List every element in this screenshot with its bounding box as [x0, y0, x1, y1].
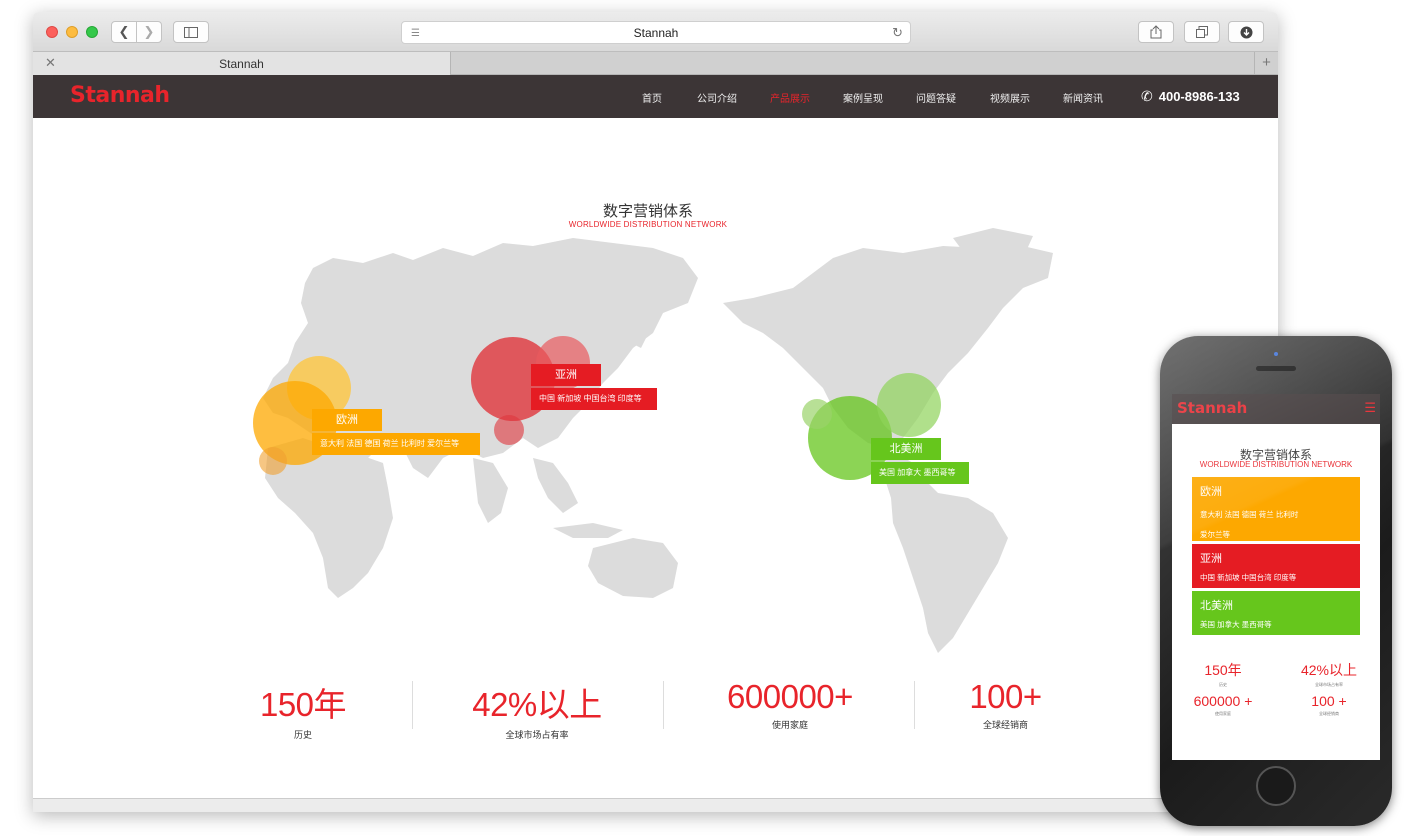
mobile-card-asia[interactable]: 亚洲 中国 新加坡 中国台湾 印度等	[1192, 544, 1360, 588]
stat-market-share: 42%以上 全球市场占有率	[437, 678, 637, 741]
tabs-overview-icon	[1196, 26, 1208, 38]
mobile-header: Stannah ☰	[1172, 394, 1380, 424]
nav-news[interactable]: 新闻资讯	[1063, 90, 1103, 105]
mobile-card-title: 欧洲	[1200, 486, 1222, 498]
stat-dealers-value: 100+	[969, 678, 1042, 715]
home-button[interactable]	[1256, 766, 1296, 806]
mobile-card-countries: 中国 新加坡 中国台湾 印度等	[1200, 573, 1297, 582]
share-button[interactable]	[1138, 21, 1174, 43]
hotline-number: 400-8986-133	[1158, 89, 1240, 104]
mobile-card-countries: 美国 加拿大 墨西哥等	[1200, 620, 1272, 629]
nav-faq[interactable]: 问题答疑	[916, 90, 956, 105]
chevron-left-icon: ❮	[118, 24, 130, 39]
mobile-card-namerica[interactable]: 北美洲 美国 加拿大 墨西哥等	[1192, 591, 1360, 635]
stat-families: 600000+ 使用家庭	[690, 678, 890, 731]
mobile-stat-value: 600000 +	[1193, 693, 1253, 709]
phone-mockup: Stannah ☰ 数字营销体系 WORLDWIDE DISTRIBUTION …	[1160, 336, 1392, 826]
stat-dealers: 100+ 全球经销商	[933, 678, 1078, 731]
site-logo[interactable]: Stannah	[70, 83, 170, 108]
mobile-stat-families: 600000 + 使用家庭	[1178, 693, 1268, 717]
region-namerica-title[interactable]: 北美洲	[871, 438, 941, 460]
mobile-logo[interactable]: Stannah	[1177, 399, 1247, 417]
nav-videos[interactable]: 视频展示	[990, 90, 1030, 105]
stat-market-share-value: 42%以上	[472, 686, 602, 723]
stat-market-share-label: 全球市场占有率	[505, 730, 569, 740]
stat-history: 150年 历史	[213, 678, 393, 741]
mobile-stat-market-share: 42%以上 全球市场占有率	[1284, 660, 1374, 688]
browser-bottom-bar	[33, 798, 1278, 812]
region-asia-countries: 中国 新加坡 中国台湾 印度等	[531, 388, 657, 410]
region-asia-title[interactable]: 亚洲	[531, 364, 601, 386]
tab-title: Stannah	[219, 57, 264, 71]
stat-divider	[412, 681, 413, 729]
new-tab-button[interactable]: +	[1254, 52, 1278, 75]
mobile-stat-value: 42%以上	[1300, 662, 1358, 678]
browser-window: ❮ ❯ ☰ Stannah ↻ ✕ Stannah + Stannah 首页 公…	[33, 12, 1278, 812]
nav-cases[interactable]: 案例呈现	[843, 90, 883, 105]
mobile-card-countries: 爱尔兰等	[1200, 530, 1230, 539]
tabs-overview-button[interactable]	[1184, 21, 1220, 43]
stat-history-label: 历史	[293, 730, 312, 740]
mobile-section-subtitle: WORLDWIDE DISTRIBUTION NETWORK	[1199, 460, 1353, 469]
chevron-right-icon: ❯	[143, 24, 155, 39]
mobile-card-countries: 意大利 法国 德国 荷兰 比利时	[1200, 510, 1299, 519]
browser-toolbar: ❮ ❯ ☰ Stannah ↻	[33, 12, 1278, 52]
back-button[interactable]: ❮	[111, 21, 137, 43]
mobile-card-title: 亚洲	[1200, 553, 1222, 565]
window-close-button[interactable]	[46, 26, 58, 38]
address-text: Stannah	[633, 26, 679, 40]
stat-families-value: 600000+	[727, 678, 853, 715]
nav-home[interactable]: 首页	[642, 90, 662, 105]
tab-bar: ✕ Stannah +	[33, 52, 1278, 75]
mobile-card-title: 北美洲	[1200, 600, 1233, 612]
reload-icon[interactable]: ↻	[892, 25, 903, 41]
phone-screen: Stannah ☰ 数字营销体系 WORLDWIDE DISTRIBUTION …	[1172, 394, 1380, 760]
forward-button[interactable]: ❯	[136, 21, 162, 43]
mobile-stat-label: 使用家庭	[1215, 711, 1231, 716]
tab-stannah[interactable]: ✕ Stannah	[33, 52, 451, 75]
download-icon	[1240, 26, 1252, 39]
site-header: Stannah 首页 公司介绍 产品展示 案例呈现 问题答疑 视频展示 新闻资讯…	[33, 75, 1278, 118]
stat-families-label: 使用家庭	[771, 720, 808, 730]
hotline[interactable]: ✆ 400-8986-133	[1141, 88, 1240, 105]
camera-icon	[1274, 352, 1278, 356]
phone-icon: ✆	[1141, 88, 1153, 104]
share-icon	[1150, 25, 1162, 39]
mobile-stat-history: 150年 历史	[1178, 660, 1268, 688]
region-europe-countries: 意大利 法国 德国 荷兰 比利时 爱尔兰等	[312, 433, 480, 455]
window-minimize-button[interactable]	[66, 26, 78, 38]
nav-about[interactable]: 公司介绍	[697, 90, 737, 105]
mobile-stat-label: 全球市场占有率	[1315, 682, 1343, 687]
page-content: 数字营销体系 WORLDWIDE DISTRIBUTION NETWORK 欧洲…	[33, 118, 1278, 812]
stat-dealers-label: 全球经销商	[982, 720, 1028, 730]
mobile-card-europe[interactable]: 欧洲 意大利 法国 德国 荷兰 比利时 爱尔兰等	[1192, 477, 1360, 541]
mobile-stat-dealers: 100 + 全球经销商	[1284, 693, 1374, 717]
downloads-button[interactable]	[1228, 21, 1264, 43]
speaker-grille	[1256, 366, 1296, 371]
sidebar-toggle-button[interactable]	[173, 21, 209, 43]
mobile-stat-label: 历史	[1219, 682, 1227, 687]
window-maximize-button[interactable]	[86, 26, 98, 38]
region-namerica-countries: 美国 加拿大 墨西哥等	[871, 462, 969, 484]
stat-divider	[663, 681, 664, 729]
sidebar-icon	[184, 27, 198, 38]
stat-divider	[914, 681, 915, 729]
mobile-stat-value: 150年	[1204, 662, 1242, 678]
region-europe-title[interactable]: 欧洲	[312, 409, 382, 431]
stat-history-value: 150年	[259, 686, 347, 723]
address-bar[interactable]: ☰ Stannah ↻	[401, 21, 911, 44]
mobile-stat-value: 100 +	[1311, 693, 1347, 709]
nav-products[interactable]: 产品展示	[770, 90, 810, 105]
hamburger-menu-icon[interactable]: ☰	[1364, 400, 1376, 416]
mobile-stat-label: 全球经销商	[1319, 711, 1339, 716]
